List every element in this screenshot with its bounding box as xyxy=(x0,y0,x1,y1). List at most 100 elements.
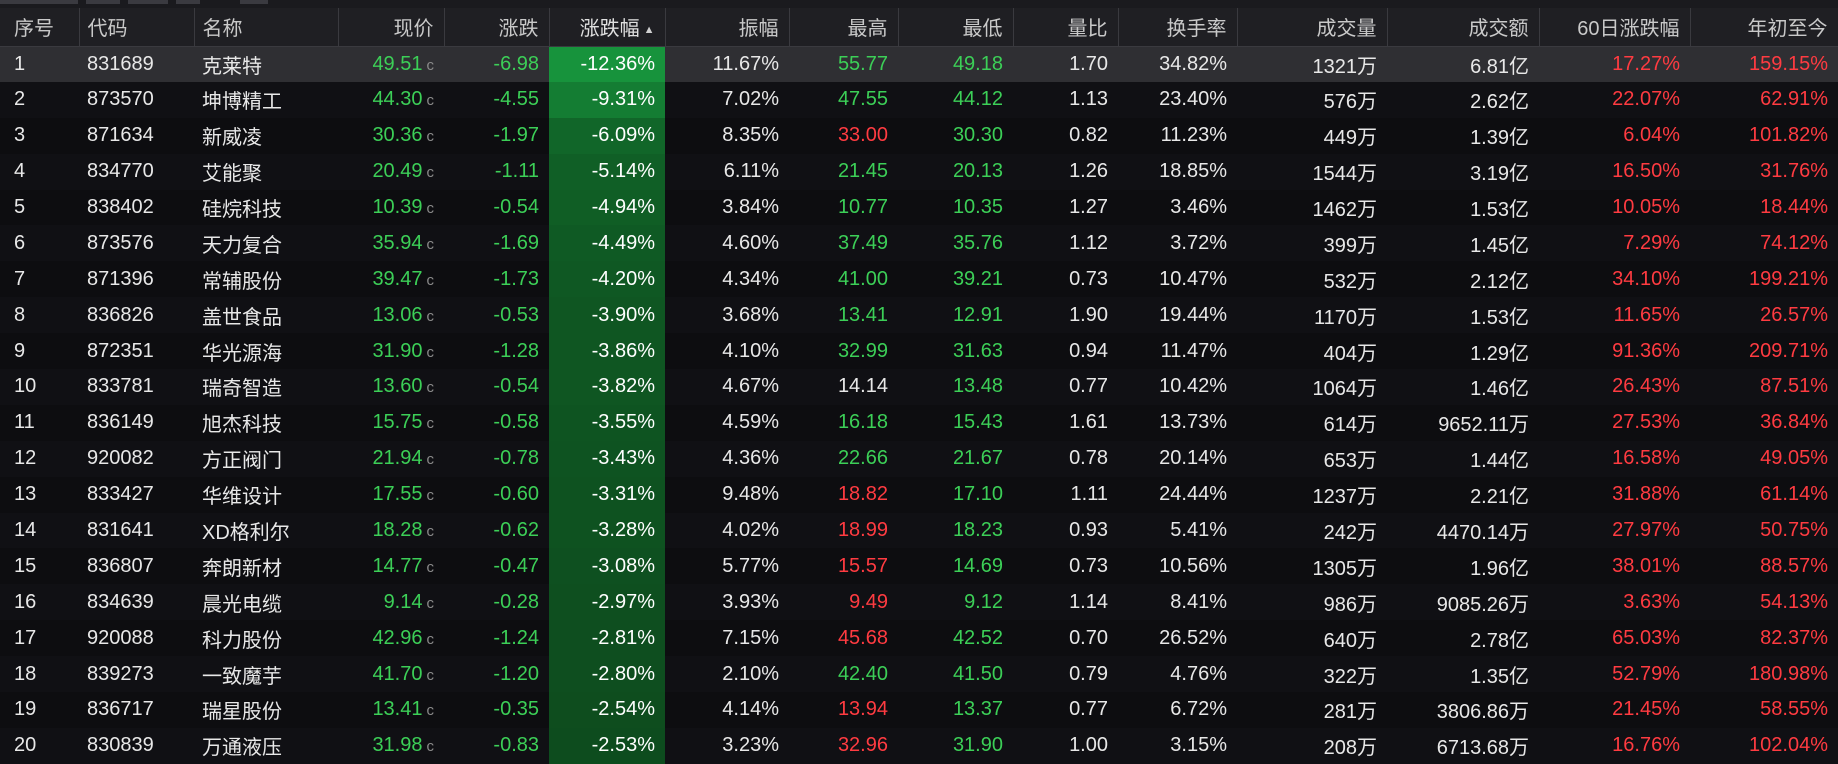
cell-low: 10.35 xyxy=(952,196,1003,218)
cell-ytd: 88.57% xyxy=(1760,554,1828,577)
cell-index: 11 xyxy=(14,411,35,434)
col-header-name[interactable]: 名称 xyxy=(194,8,339,47)
table-row[interactable]: 16 834639 晨光电缆 9.14 c -0.28 -2.97% 3.93% 9.49 9.1… xyxy=(0,584,1838,621)
cell-high: 22.66 xyxy=(837,447,888,470)
table-row[interactable]: 17 920088 科力股份 42.96 c -1.24 -2.81% 7.15% 45.68 4… xyxy=(0,620,1838,657)
cell-change-pct: -3.90% xyxy=(549,297,665,334)
col-header-amount[interactable]: 成交额 xyxy=(1387,8,1540,47)
cell-amplitude: 4.60% xyxy=(722,231,779,254)
col-header-high[interactable]: 最高 xyxy=(789,8,899,47)
table-row[interactable]: 1 831689 克莱特 49.51 c -6.98 -12.36% 11.67% 55.77 4… xyxy=(0,46,1838,82)
table-row[interactable]: 19 836717 瑞星股份 13.41 c -0.35 -2.54% 4.14% 13.94 1… xyxy=(0,692,1838,728)
table-row[interactable]: 11 836149 旭杰科技 15.75 c -0.58 -3.55% 4.59% 16.18 1… xyxy=(0,404,1838,441)
cell-ytd: 199.21% xyxy=(1749,267,1828,290)
cell-volume-ratio: 1.70 xyxy=(1069,52,1108,75)
cell-volume: 1064万 xyxy=(1312,378,1378,401)
cell-high: 9.49 xyxy=(849,590,888,613)
cell-volume: 614万 xyxy=(1323,414,1377,437)
col-header-idx[interactable]: 序号 xyxy=(0,8,80,47)
cell-change: -0.62 xyxy=(493,519,539,542)
cell-price: 17.55 c xyxy=(338,477,444,513)
cell-low: 31.90 xyxy=(952,734,1003,757)
cell-volume-ratio: 0.73 xyxy=(1069,267,1108,290)
cell-price: 13.60 c xyxy=(338,369,444,405)
cell-price-value: 49.51 xyxy=(372,52,423,75)
table-row[interactable]: 2 873570 坤博精工 44.30 c -4.55 -9.31% 7.02% 47.55 44… xyxy=(0,81,1838,118)
col-header-volume[interactable]: 成交量 xyxy=(1237,8,1388,47)
table-row[interactable]: 14 831641 XD格利尔 18.28 c -0.62 -3.28% 4.02% 18.99… xyxy=(0,512,1838,549)
price-suffix-mark: c xyxy=(426,594,435,612)
col-header-60d-change[interactable]: 60日涨跌幅 xyxy=(1539,8,1691,47)
table-row[interactable]: 7 871396 常辅股份 39.47 c -1.73 -4.20% 4.34% 41.00 39… xyxy=(0,261,1838,298)
cell-high: 45.68 xyxy=(837,626,888,649)
cell-low: 49.18 xyxy=(952,52,1003,75)
price-suffix-mark: c xyxy=(426,415,435,433)
top-tab-2[interactable] xyxy=(86,0,120,4)
cell-change: -1.11 xyxy=(494,160,539,183)
cell-change-pct: -3.31% xyxy=(549,476,665,513)
table-row[interactable]: 13 833427 华维设计 17.55 c -0.60 -3.31% 9.48% 18.82 1… xyxy=(0,476,1838,513)
cell-ytd: 74.12% xyxy=(1760,231,1828,254)
cell-change-pct: -12.36% xyxy=(549,46,665,82)
cell-price-value: 20.49 xyxy=(372,160,423,183)
cell-price: 15.75 c xyxy=(338,405,444,441)
cell-price-value: 13.41 xyxy=(372,698,423,721)
cell-price: 44.30 c xyxy=(338,82,444,118)
table-row[interactable]: 5 838402 硅烷科技 10.39 c -0.54 -4.94% 3.84% 10.77 10… xyxy=(0,189,1838,226)
cell-code: 836807 xyxy=(87,554,154,577)
cell-high: 15.57 xyxy=(837,554,888,577)
top-tab-3[interactable] xyxy=(128,0,168,4)
cell-low: 21.67 xyxy=(952,447,1003,470)
table-row[interactable]: 8 836826 盖世食品 13.06 c -0.53 -3.90% 3.68% 13.41 12… xyxy=(0,297,1838,334)
table-row[interactable]: 12 920082 方正阀门 21.94 c -0.78 -3.43% 4.36% 22.66 2… xyxy=(0,440,1838,477)
cell-turnover-rate: 3.46% xyxy=(1170,196,1227,218)
price-suffix-mark: c xyxy=(426,307,435,325)
table-row[interactable]: 3 871634 新威凌 30.36 c -1.97 -6.09% 8.35% 33.00 30.… xyxy=(0,117,1838,154)
table-row[interactable]: 4 834770 艾能聚 20.49 c -1.11 -5.14% 6.11% 21.45 20.… xyxy=(0,153,1838,190)
cell-code: 871634 xyxy=(87,124,154,147)
cell-code: 830839 xyxy=(87,734,154,757)
table-row[interactable]: 18 839273 一致魔芋 41.70 c -1.20 -2.80% 2.10% 42.40 4… xyxy=(0,656,1838,693)
cell-volume-ratio: 1.14 xyxy=(1069,590,1108,613)
table-row[interactable]: 20 830839 万通液压 31.98 c -0.83 -2.53% 3.23% 32.96 3… xyxy=(0,727,1838,764)
col-header-price[interactable]: 现价 xyxy=(338,8,445,47)
cell-60d-change: 6.04% xyxy=(1623,124,1680,147)
cell-60d-change: 11.65% xyxy=(1613,303,1680,326)
col-header-volume-ratio[interactable]: 量比 xyxy=(1013,8,1119,47)
col-header-change[interactable]: 涨跌 xyxy=(444,8,550,47)
col-header-turnover-rate[interactable]: 换手率 xyxy=(1118,8,1238,47)
table-row[interactable]: 6 873576 天力复合 35.94 c -1.69 -4.49% 4.60% 37.49 35… xyxy=(0,225,1838,262)
cell-change-pct: -3.55% xyxy=(549,404,665,441)
cell-amplitude: 4.10% xyxy=(722,339,779,362)
cell-name: 奔朗新材 xyxy=(202,557,282,580)
cell-change-pct: -2.81% xyxy=(549,620,665,657)
cell-change: -0.35 xyxy=(493,698,539,721)
table-row[interactable]: 15 836807 奔朗新材 14.77 c -0.47 -3.08% 5.77% 15.57 1… xyxy=(0,548,1838,585)
cell-code: 836826 xyxy=(87,303,154,326)
col-header-ytd[interactable]: 年初至今 xyxy=(1690,8,1838,47)
cell-low: 14.69 xyxy=(952,554,1003,577)
cell-name: 天力复合 xyxy=(202,234,282,257)
cell-amplitude: 5.77% xyxy=(722,554,779,577)
col-header-amplitude[interactable]: 振幅 xyxy=(665,8,790,47)
col-header-low[interactable]: 最低 xyxy=(898,8,1014,47)
cell-price: 18.28 c xyxy=(338,513,444,549)
cell-60d-change: 34.10% xyxy=(1612,267,1680,290)
table-row[interactable]: 10 833781 瑞奇智造 13.60 c -0.54 -3.82% 4.67% 14.14 1… xyxy=(0,369,1838,405)
col-header-code[interactable]: 代码 xyxy=(79,8,195,47)
cell-amplitude: 11.67% xyxy=(712,52,779,75)
col-header-change-pct[interactable]: 涨跌幅 ▲ xyxy=(549,8,666,47)
top-tab-4[interactable] xyxy=(176,0,200,4)
table-row[interactable]: 9 872351 华光源海 31.90 c -1.28 -3.86% 4.10% 32.99 31… xyxy=(0,333,1838,370)
top-tab-5[interactable] xyxy=(240,0,268,4)
cell-high: 32.99 xyxy=(837,339,888,362)
cell-low: 30.30 xyxy=(952,124,1003,147)
cell-volume-ratio: 1.27 xyxy=(1069,196,1108,218)
cell-volume-ratio: 0.78 xyxy=(1069,447,1108,470)
cell-change: -1.69 xyxy=(493,231,539,254)
cell-amount: 6713.68万 xyxy=(1436,737,1529,760)
cell-volume: 322万 xyxy=(1323,665,1377,688)
top-tab-1[interactable] xyxy=(0,0,78,4)
cell-amplitude: 3.68% xyxy=(722,303,779,326)
cell-volume: 576万 xyxy=(1323,91,1377,114)
